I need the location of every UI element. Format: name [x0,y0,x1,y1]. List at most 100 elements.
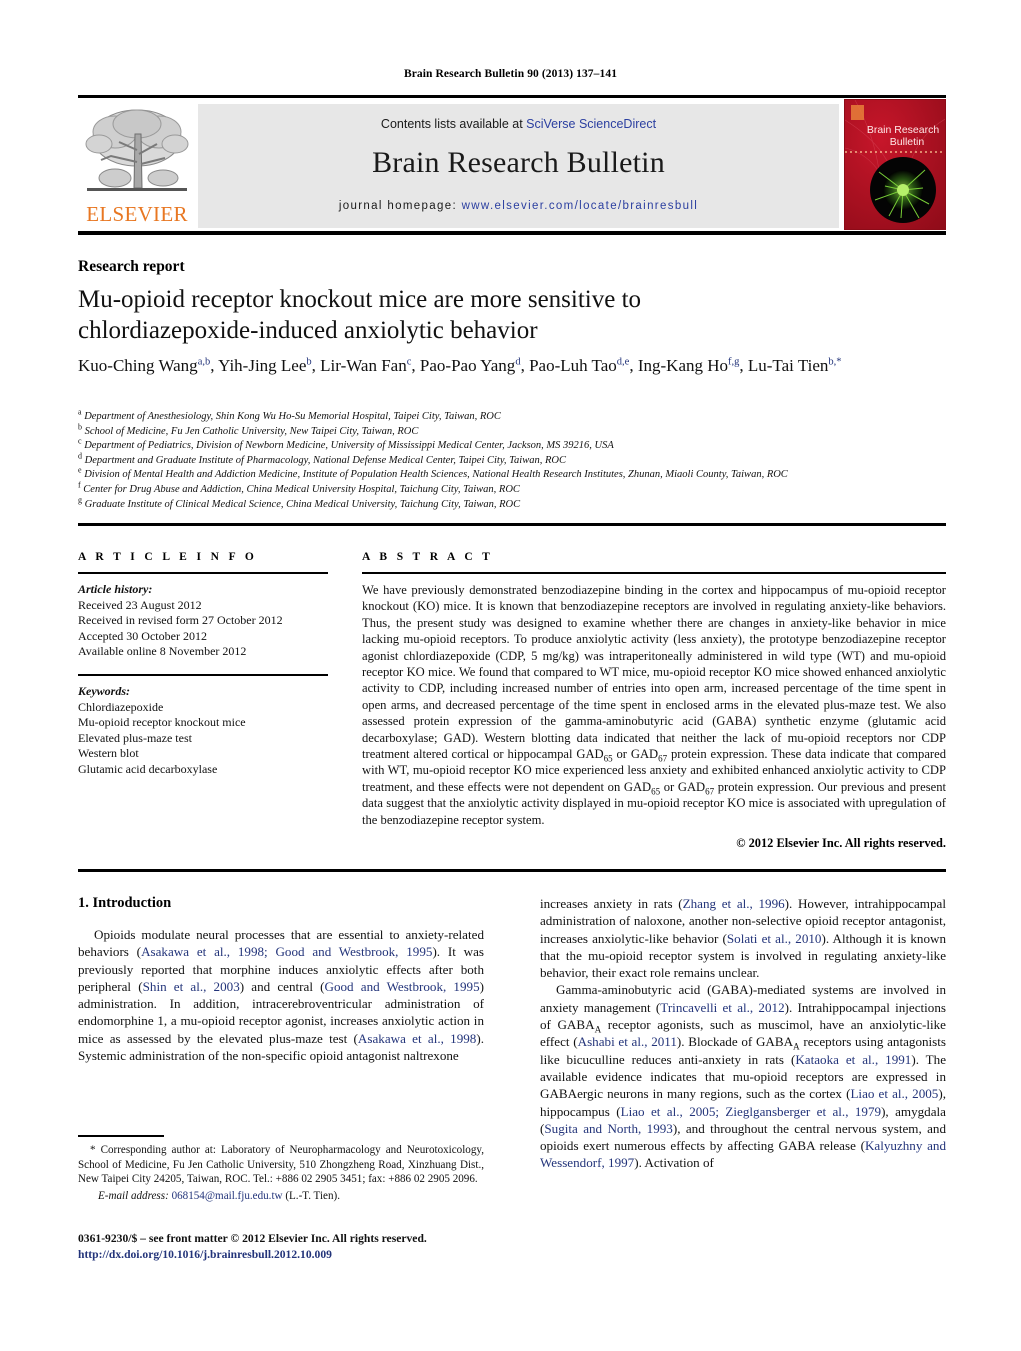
running-head: Brain Research Bulletin 90 (2013) 137–14… [403,68,618,80]
author-name[interactable]: Lir-Wan Fan [320,356,407,375]
author-name[interactable]: Ing-Kang Ho [638,356,728,375]
affiliation-item: f Center for Drug Abuse and Addiction, C… [78,480,520,495]
affiliation-item: e Division of Mental Health and Addictio… [78,465,788,481]
article-info-column: A R T I C L E I N F O Article history: R… [78,551,328,778]
article-history-item: Received 23 August 2012 [78,597,202,612]
intro-right-text-7: ). Blockade of GABA [676,1034,794,1050]
citation-asakawa[interactable]: Asakawa et al., 1998 [358,1031,476,1046]
gaba-a-subscript-2: A [793,1041,800,1052]
journal-homepage-link[interactable]: www.elsevier.com/locate/brainresbull [462,200,699,212]
affiliation-list: a Department of Anesthesiology, Shin Kon… [78,407,958,512]
abstract-column: A B S T R A C T We have previously demon… [362,551,946,851]
affiliation-item: c Department of Pediatrics, Division of … [78,436,614,452]
keywords-group: Keywords: Chlordiazepoxide Mu-opioid rece… [78,684,328,778]
article-history-item: Received in revised form 27 October 2012 [78,613,283,628]
intro-left-text-3: ) and central ( [239,978,325,994]
author-name[interactable]: Pao-Luh Tao [529,356,617,375]
abstract-copyright: © 2012 Elsevier Inc. All rights reserved… [736,836,946,851]
author-affiliation-mark: b,* [828,356,842,368]
corresponding-author-footnote: * Corresponding author at: Laboratory of… [78,1143,484,1203]
keywords-label: Keywords: [78,683,130,698]
keyword-item[interactable]: Elevated plus-maze test [78,731,328,747]
title-line-2: chlordiazepoxide-induced anxiolytic beha… [78,317,538,344]
homepage-prefix: journal homepage: [338,200,462,212]
intro-paragraph-right-2: Gamma-aminobutyric acid (GABA)-mediated … [540,981,946,1171]
keyword-item[interactable]: Chlordiazepoxide [78,700,328,716]
affiliation-mark: e [78,465,82,475]
contents-prefix: Contents lists available at [380,117,527,131]
keyword-item[interactable]: Western blot [78,746,328,762]
affiliation-mark: a [78,407,82,417]
masthead-center-panel: Contents lists available at SciVerse Sci… [198,104,839,228]
article-history-item: Available online 8 November 2012 [78,644,247,659]
journal-masthead: ELSEVIER Contents lists available at Sci… [78,95,946,235]
corresponding-author-text: * Corresponding author at: Laboratory of… [78,1144,484,1186]
email-link[interactable]: 068154@mail.fju.edu.tw [172,1190,283,1202]
keyword-item[interactable]: Glutamic acid decarboxylase [78,762,328,778]
introduction-heading: 1. Introduction [78,895,172,911]
article-type-label: Research report [78,258,185,275]
intro-right-text-13: ). Activation of [634,1155,714,1171]
affiliation-mark: b [78,422,82,432]
citation-good-westbrook[interactable]: Good and Westbrook, 1995 [325,979,480,994]
citation-kataoka[interactable]: Kataoka et al., 1991 [795,1052,911,1067]
abstract-heading: A B S T R A C T [362,551,494,563]
citation-liao[interactable]: Liao et al., 2005 [850,1086,938,1101]
citation-liao-zieglgansberger[interactable]: Liao et al., 2005; Zieglgansberger et al… [621,1104,881,1119]
author-name[interactable]: Lu-Tai Tien [748,356,829,375]
sciencedirect-link[interactable]: SciVerse ScienceDirect [526,117,656,131]
imprint-block: 0361-9230/$ – see front matter © 2012 El… [78,1231,508,1262]
citation-zhang[interactable]: Zhang et al., 1996 [683,896,785,911]
info-block-top-rule [78,523,946,526]
author-list: Kuo-Ching Wanga,b, Yih-Jing Leeb, Lir-Wa… [78,356,842,375]
author-affiliation-mark: a,b [197,356,211,368]
citation-ashabi[interactable]: Ashabi et al., 2011 [578,1034,677,1049]
email-suffix: (L.-T. Tien). [282,1189,340,1202]
article-history-item: Accepted 30 October 2012 [78,628,207,643]
author-affiliation-mark: d [515,356,521,368]
affiliation-item: d Department and Graduate Institute of P… [78,451,566,466]
author-affiliation-mark: b [306,356,312,368]
citation-sugita-north[interactable]: Sugita and North, 1993 [544,1121,672,1136]
author-affiliation-mark: c [406,356,412,368]
affiliation-item: a Department of Anesthesiology, Shin Kon… [78,407,501,422]
abstract-part-1: We have previously demonstrated benzodia… [362,583,946,762]
abstract-part-4: or GAD [660,779,706,794]
citation-shin[interactable]: Shin et al., 2003 [143,979,240,994]
abstract-rule [362,572,946,574]
doi-link[interactable]: http://dx.doi.org/10.1016/j.brainresbull… [78,1247,508,1263]
intro-right-text-1: increases anxiety in rats ( [540,896,683,911]
affiliation-mark: c [78,436,82,446]
abstract-part-2: or GAD [612,747,659,762]
citation-trincavelli[interactable]: Trincavelli et al., 2012 [660,1000,784,1015]
elsevier-logo: ELSEVIER [85,104,189,228]
affiliation-mark: f [78,480,81,490]
article-info-heading: A R T I C L E I N F O [78,551,258,563]
citation-solati[interactable]: Solati et al., 2010 [727,931,822,946]
elsevier-wordmark: ELSEVIER [86,202,188,226]
affiliation-item: g Graduate Institute of Clinical Medical… [78,495,521,510]
journal-homepage-line: journal homepage: www.elsevier.com/locat… [198,200,839,212]
elsevier-tree-icon [85,104,189,200]
author-name[interactable]: Pao-Pao Yang [420,356,515,375]
email-line: E-mail address: 068154@mail.fju.edu.tw (… [78,1189,484,1204]
svg-text:Bulletin: Bulletin [890,136,925,148]
author-affiliation-mark: d,e [616,356,630,368]
article-history-label: Article history: [78,582,153,596]
keyword-item[interactable]: Mu-opioid receptor knockout mice [78,715,328,731]
contents-list-line: Contents lists available at SciVerse Sci… [198,117,839,131]
abstract-sub-4: 67 [705,786,715,797]
author-name[interactable]: Kuo-Ching Wang [78,356,198,375]
affiliation-item: b School of Medicine, Fu Jen Catholic Un… [78,422,419,437]
abstract-sub-3: 65 [651,786,661,797]
intro-paragraph-right-1: increases anxiety in rats (Zhang et al.,… [540,895,946,981]
journal-cover-thumbnail: Brain Research Bulletin [844,99,946,230]
page-title: Mu-opioid receptor knockout mice are mor… [78,284,778,346]
info-block-bottom-rule [78,869,946,872]
author-name[interactable]: Yih-Jing Lee [218,356,306,375]
journal-title: Brain Research Bulletin [372,146,665,179]
title-line-1: Mu-opioid receptor knockout mice are mor… [78,286,642,313]
intro-paragraph-left: Opioids modulate neural processes that a… [78,926,484,1064]
issn-front-matter: 0361-9230/$ – see front matter © 2012 El… [78,1232,427,1245]
citation-asakawa-good[interactable]: Asakawa et al., 1998; Good and Westbrook… [141,944,432,959]
